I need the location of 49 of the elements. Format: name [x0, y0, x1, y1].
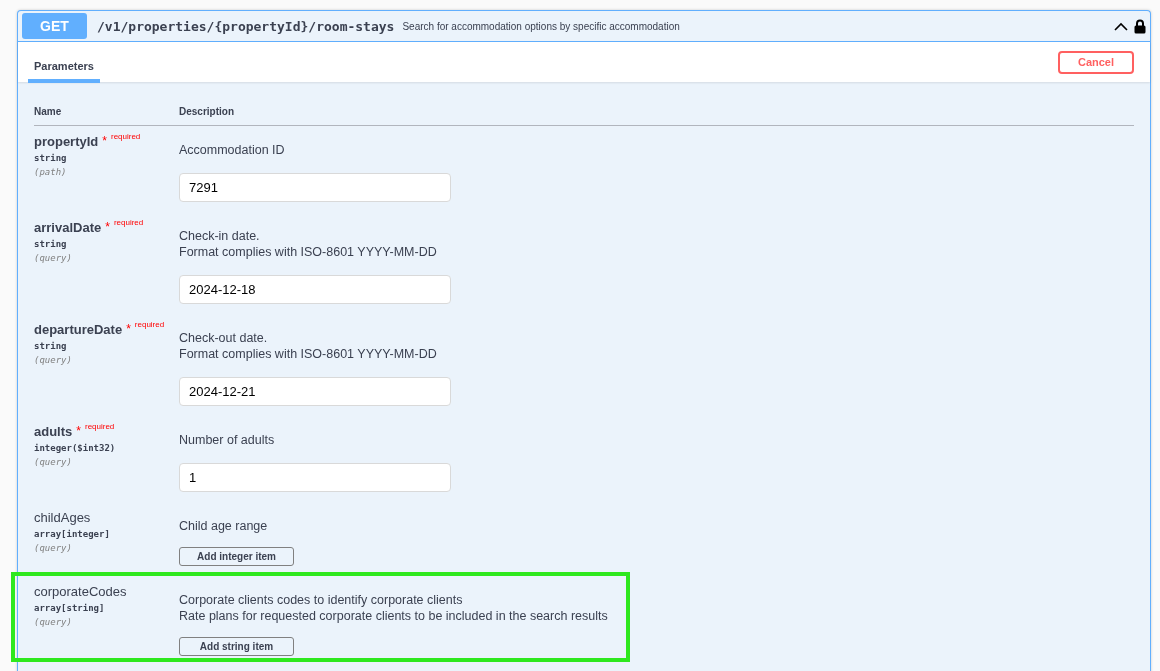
parameter-input[interactable]: 1 — [179, 463, 451, 492]
required-label: required — [134, 320, 165, 329]
parameter-name: childAges — [34, 510, 91, 525]
parameter-input[interactable]: 2024-12-18 — [179, 275, 451, 304]
add-item-button[interactable]: Add string item — [179, 637, 294, 656]
column-header: Description — [179, 106, 235, 117]
required-label: required — [113, 218, 144, 227]
parameter-input[interactable]: 2024-12-21 — [179, 377, 451, 406]
parameter-type: string — [34, 239, 68, 249]
parameter-input[interactable]: 7291 — [179, 173, 451, 202]
parameter-location: (path) — [34, 167, 68, 177]
parameter-name: adults — [34, 424, 73, 439]
endpoint-summary: Search for accommodation options by specific accommodation — [402, 20, 681, 32]
parameter-description: Number of adults — [179, 432, 276, 448]
required-asterisk-label: * — [105, 220, 110, 234]
parameter-description: Format complies with ISO-8601 YYYY-MM-DD — [179, 346, 438, 362]
parameter-name: corporateCodes — [34, 584, 127, 599]
parameter-location: (query) — [34, 253, 73, 263]
parameter-type: string — [34, 153, 68, 163]
parameter-description: Child age range — [179, 518, 269, 534]
parameter-description: Accommodation ID — [179, 142, 286, 158]
parameter-type: array[integer] — [34, 529, 111, 539]
parameter-name: arrivalDate — [34, 220, 102, 235]
parameters-tab[interactable]: Parameters — [28, 47, 100, 83]
lock-icon[interactable] — [1134, 18, 1146, 34]
required-asterisk-label: * — [102, 134, 107, 148]
required-asterisk-label: * — [126, 322, 131, 336]
parameter-type: array[string] — [34, 603, 106, 613]
parameter-description: Check-in date. — [179, 228, 261, 244]
parameter-name: departureDate — [34, 322, 123, 337]
parameter-type: integer($int32) — [34, 443, 117, 453]
parameter-name: propertyId — [34, 134, 99, 149]
parameter-description: Check-out date. — [179, 330, 269, 346]
add-item-button[interactable]: Add integer item — [179, 547, 294, 566]
collapse-chevron-icon[interactable] — [1114, 21, 1128, 31]
parameter-location: (query) — [34, 617, 73, 627]
parameter-location: (query) — [34, 355, 73, 365]
required-label: required — [110, 132, 141, 141]
parameter-description: Rate plans for requested corporate clients to be included in the search results — [179, 608, 609, 624]
endpoint-path: /v1/properties/{propertyId}/room-stays — [97, 18, 395, 34]
parameter-description: Format complies with ISO-8601 YYYY-MM-DD — [179, 244, 438, 260]
parameter-description: Corporate clients codes to identify corporate clients — [179, 592, 464, 608]
required-label: required — [84, 422, 115, 431]
parameter-location: (query) — [34, 457, 73, 467]
required-asterisk-label: * — [76, 424, 81, 438]
column-header: Name — [34, 106, 63, 117]
method-badge: GET — [22, 13, 87, 39]
parameter-type: string — [34, 341, 68, 351]
parameter-location: (query) — [34, 543, 73, 553]
